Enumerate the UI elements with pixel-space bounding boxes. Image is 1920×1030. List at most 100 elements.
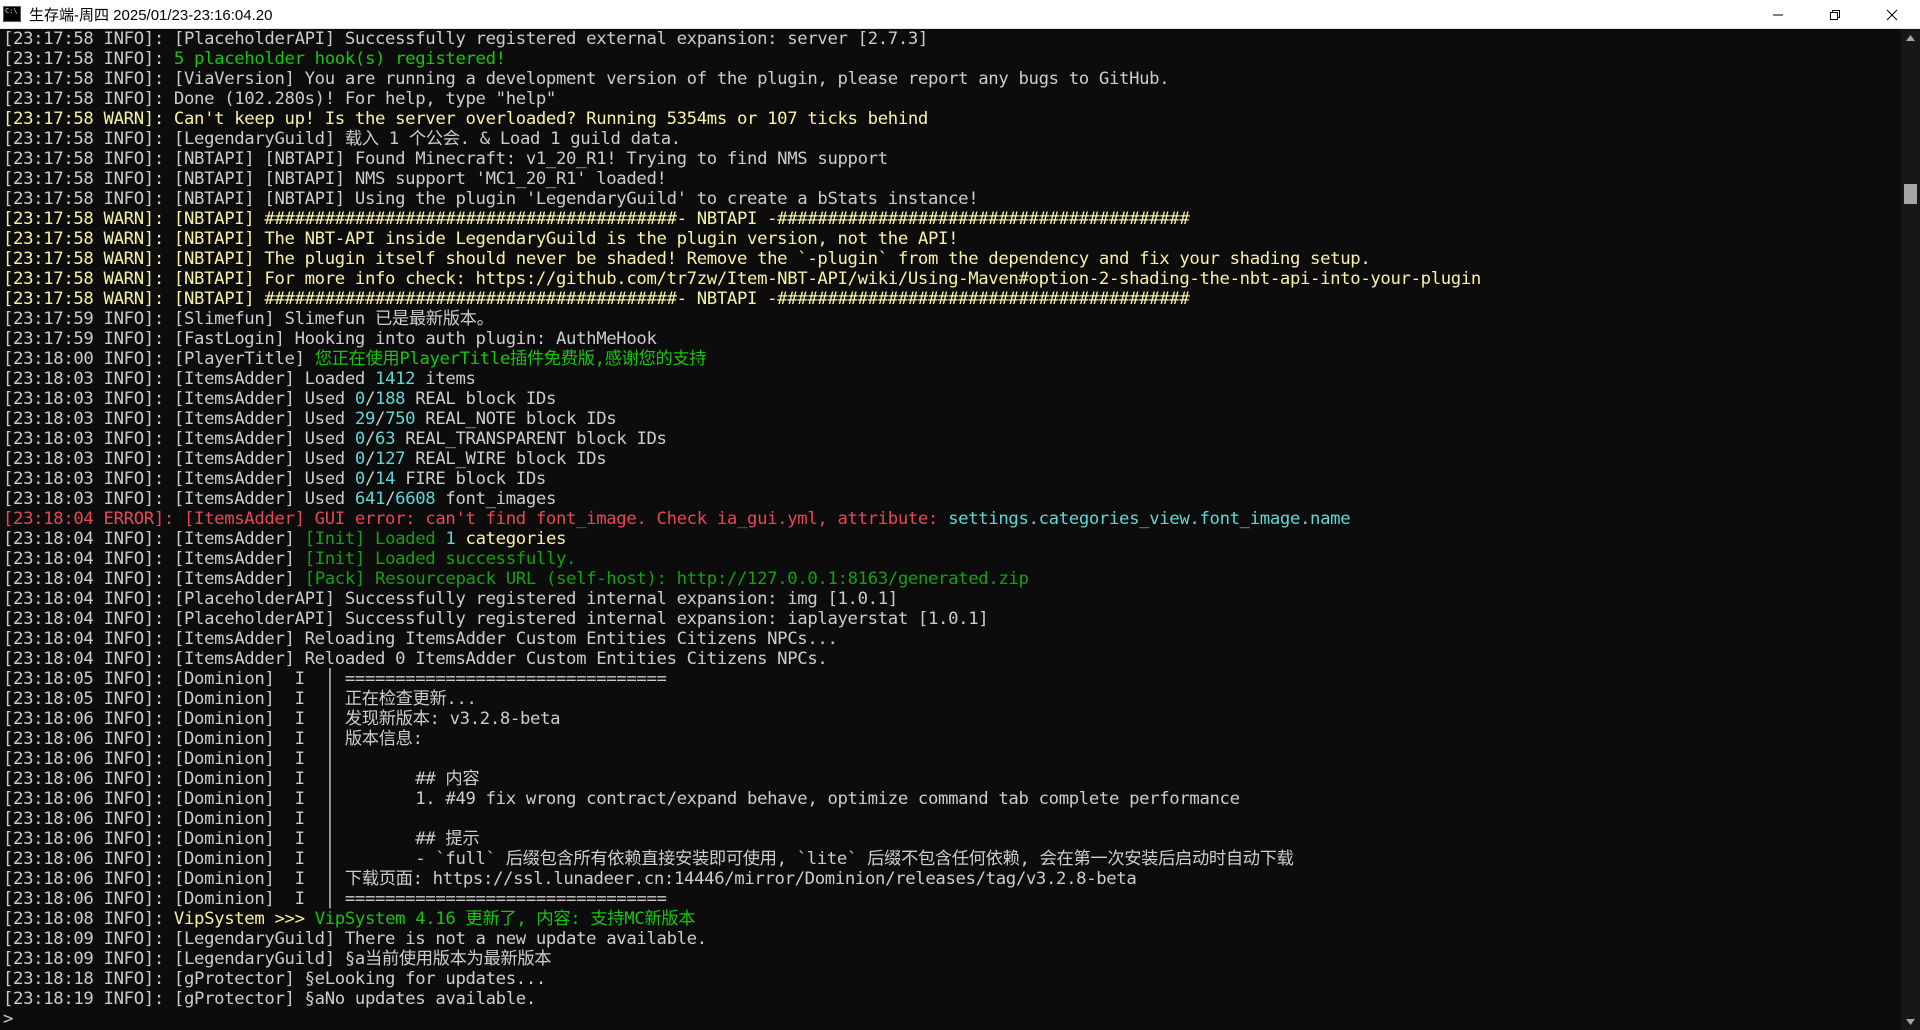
console-line: [23:18:04 INFO]: [ItemsAdder] Reloading … [0,629,1901,649]
console-line: [23:18:03 INFO]: [ItemsAdder] Used 29/75… [0,409,1901,429]
restore-button[interactable] [1806,0,1863,29]
console-line-segment: [23:18:06 INFO]: [Dominion] I │ 1. #49 f… [3,789,1240,809]
console-line-segment: 0 [354,469,365,489]
console-line-segment: [23:18:03 INFO]: [ItemsAdder] Used [3,389,355,409]
console-line-segment: [23:18:03 INFO]: [ItemsAdder] Loaded [3,369,376,389]
console-app-icon[interactable] [3,6,21,22]
console-line: [23:18:06 INFO]: [Dominion] I │ ========… [0,889,1901,909]
console-line-segment: [23:18:08 INFO]: [3,909,174,929]
window-controls [1749,0,1920,29]
console-line-segment: 1 [445,529,456,549]
console-line-segment: [23:18:04 INFO]: [PlaceholderAPI] Succes… [3,589,898,609]
console-line: [23:17:58 WARN]: [NBTAPI] For more info … [0,269,1901,289]
console-line: [23:18:03 INFO]: [ItemsAdder] Used 0/188… [0,389,1901,409]
console-line: [23:18:06 INFO]: [Dominion] I │ ## 内容 [0,769,1901,789]
console-line: [23:17:58 WARN]: [NBTAPI] The NBT-API in… [0,229,1901,249]
scroll-up-button[interactable] [1901,29,1920,46]
console-line-segment: [23:18:03 INFO]: [ItemsAdder] Used [3,489,355,509]
console-line-segment: [23:17:58 INFO]: [3,49,174,69]
console-line: [23:18:04 ERROR]: [ItemsAdder] GUI error… [0,509,1901,529]
restore-icon [1829,9,1840,20]
console-line-segment: [23:17:58 WARN]: [NBTAPI] The NBT-API in… [3,229,959,249]
console-line-segment: [Init] Loaded [304,529,446,549]
console-line-segment: [23:18:04 INFO]: [ItemsAdder] [3,549,305,569]
console-line-segment: VipSystem 4.16 更新了, 内容: 支持MC新版本 [314,909,696,929]
console-line-segment: [23:18:19 INFO]: [gProtector] §aNo updat… [3,989,536,1009]
scroll-up-icon [1906,34,1915,41]
console-line: [23:18:05 INFO]: [Dominion] I │ ========… [0,669,1901,689]
console-line: [23:17:58 WARN]: [NBTAPI] ##############… [0,289,1901,309]
console-line: [23:18:06 INFO]: [Dominion] I │ ## 提示 [0,829,1901,849]
close-button[interactable] [1863,0,1920,29]
console-line: [23:18:06 INFO]: [Dominion] I │ [0,749,1901,769]
console-line: [23:17:58 INFO]: [NBTAPI] [NBTAPI] NMS s… [0,169,1901,189]
console-line-segment: [23:17:59 INFO]: [FastLogin] Hooking int… [3,329,657,349]
console-line-segment: [23:17:58 INFO]: [LegendaryGuild] 载入 1 个… [3,129,681,149]
console-line-segment: [23:18:06 INFO]: [Dominion] I │ ## 提示 [3,829,480,849]
scrollbar-thumb[interactable] [1904,184,1917,204]
console-line: [23:18:03 INFO]: [ItemsAdder] Used 0/14 … [0,469,1901,489]
console-line: [23:18:03 INFO]: [ItemsAdder] Used 0/63 … [0,429,1901,449]
scroll-down-button[interactable] [1901,1013,1920,1030]
console-line-segment: 0 [354,429,365,449]
console-line-segment: [23:17:58 WARN]: [NBTAPI] The plugin its… [3,249,1371,269]
console-line: [23:18:03 INFO]: [ItemsAdder] Loaded 141… [0,369,1901,389]
console-line-segment: [23:18:04 ERROR]: [ItemsAdder] GUI error… [3,509,949,529]
console-line-segment: [23:18:06 INFO]: [Dominion] I │ 下载页面: ht… [3,869,1137,889]
console-line-segment: [23:18:03 INFO]: [ItemsAdder] Used [3,429,355,449]
console-line: [23:17:58 INFO]: [NBTAPI] [NBTAPI] Found… [0,149,1901,169]
console-line-segment: [23:18:06 INFO]: [Dominion] I │ 版本信息: [3,729,423,749]
console-line-segment: [23:18:03 INFO]: [ItemsAdder] Used [3,409,355,429]
console-line-segment: 0 [354,449,365,469]
console-line-segment: [23:17:59 INFO]: [Slimefun] Slimefun 已是最… [3,309,494,329]
console-line-segment: [23:18:05 INFO]: [Dominion] I │ ========… [3,669,667,689]
console-line-segment: [23:18:05 INFO]: [Dominion] I │ 正在检查更新..… [3,689,477,709]
console-line-segment: [Init] Loaded successfully. [304,549,577,569]
console-line-segment: 750 [385,409,416,429]
console-line-segment: REAL_TRANSPARENT block IDs [395,429,667,449]
console-line-segment: 127 [375,449,406,469]
console-line-segment: [23:18:04 INFO]: [ItemsAdder] Reloaded 0… [3,649,828,669]
console-line: [23:17:58 WARN]: [NBTAPI] ##############… [0,209,1901,229]
console-line-segment: / [364,469,376,489]
console-line-segment: 188 [375,389,406,409]
console-line-segment: [23:18:09 INFO]: [LegendaryGuild] §a当前使用… [3,949,552,969]
console-line-segment: / [364,449,376,469]
console-line-segment: [23:18:06 INFO]: [Dominion] I │ ========… [3,889,667,909]
console-line: [23:17:59 INFO]: [FastLogin] Hooking int… [0,329,1901,349]
console-line: [23:18:06 INFO]: [Dominion] I │ 1. #49 f… [0,789,1901,809]
console-line-segment: [23:17:58 INFO]: [ViaVersion] You are ru… [3,69,1170,89]
console-line-segment: settings.categories_view.font_image.name [948,509,1351,529]
console-line: [23:17:58 INFO]: [PlaceholderAPI] Succes… [0,29,1901,49]
window-titlebar[interactable]: 生存端-周四 2025/01/23-23:16:04.20 [0,0,1920,29]
console-line-segment: [23:18:18 INFO]: [gProtector] §eLooking … [3,969,546,989]
console-line: [23:18:19 INFO]: [gProtector] §aNo updat… [0,989,1901,1009]
console-line: [23:17:58 WARN]: Can't keep up! Is the s… [0,109,1901,129]
console-line: [23:18:18 INFO]: [gProtector] §eLooking … [0,969,1901,989]
console-line-segment: 5 placeholder hook(s) registered! [173,49,506,69]
console-output[interactable]: [23:17:58 INFO]: [PlaceholderAPI] Succes… [0,29,1901,1030]
vertical-scrollbar[interactable] [1901,29,1920,1030]
console-line: [23:18:06 INFO]: [Dominion] I │ 发现新版本: v… [0,709,1901,729]
console-line-segment: items [415,369,476,389]
console-line-segment: [23:18:04 INFO]: [ItemsAdder] [3,529,305,549]
console-line-segment: / [375,409,386,429]
console-line-segment: [23:17:58 WARN]: [NBTAPI] ##############… [3,289,1190,309]
console-line: [23:18:05 INFO]: [Dominion] I │ 正在检查更新..… [0,689,1901,709]
console-line-segment: 您正在使用PlayerTitle插件免费版,感谢您的支持 [314,349,707,369]
console-line: [23:18:00 INFO]: [PlayerTitle] 您正在使用Play… [0,349,1901,369]
console-line: [23:18:06 INFO]: [Dominion] I │ 下载页面: ht… [0,869,1901,889]
console-line-segment: [23:18:03 INFO]: [ItemsAdder] Used [3,449,355,469]
minimize-button[interactable] [1749,0,1806,29]
console-line: [23:18:04 INFO]: [ItemsAdder] [Init] Loa… [0,549,1901,569]
console-line-segment: [23:17:58 INFO]: Done (102.280s)! For he… [3,89,556,109]
console-line-segment: 63 [375,429,396,449]
console-line-segment: [23:18:06 INFO]: [Dominion] I │ ## 内容 [3,769,480,789]
console-line-segment: REAL block IDs [405,389,557,409]
console-line: [23:17:58 INFO]: Done (102.280s)! For he… [0,89,1901,109]
console-line-segment: [23:17:58 WARN]: [NBTAPI] ##############… [3,209,1190,229]
console-line-segment: [23:18:04 INFO]: [PlaceholderAPI] Succes… [3,609,989,629]
console-line: > [0,1009,1901,1029]
console-line: [23:17:59 INFO]: [Slimefun] Slimefun 已是最… [0,309,1901,329]
console-line-segment: [23:18:06 INFO]: [Dominion] I │ [3,749,335,769]
